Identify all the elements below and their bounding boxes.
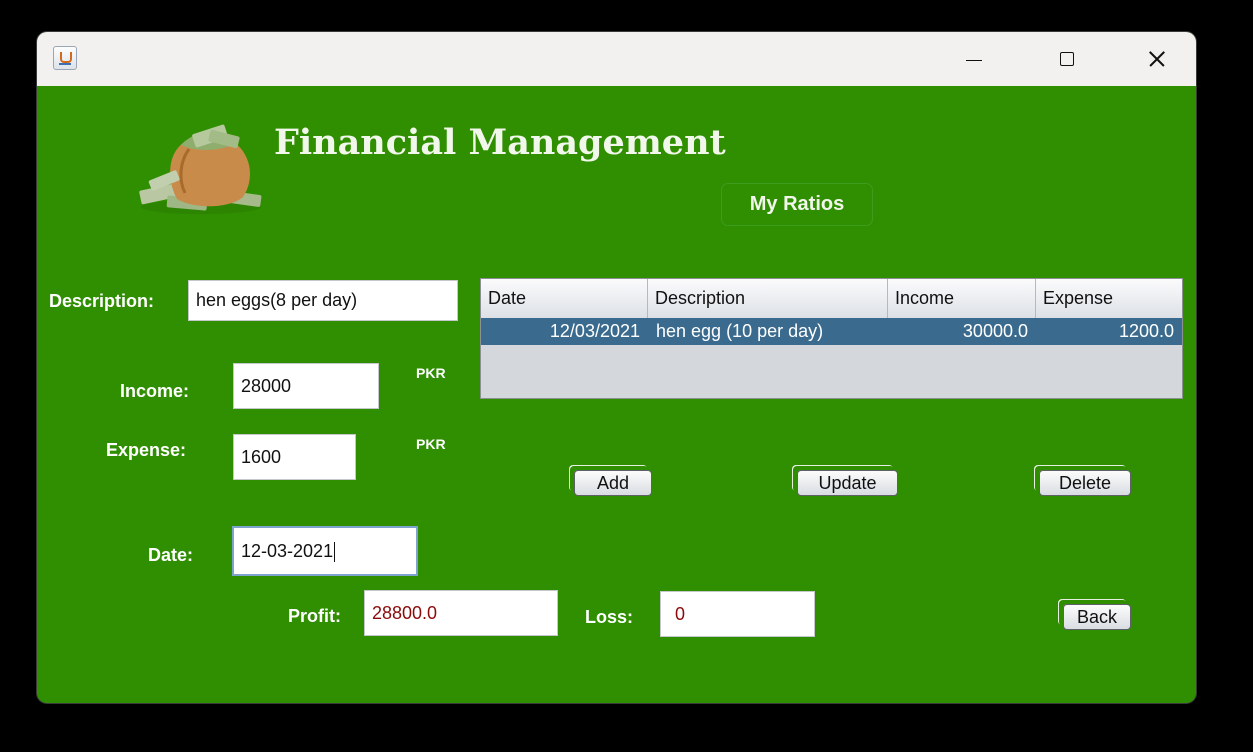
my-ratios-button[interactable]: My Ratios [721, 183, 873, 226]
my-ratios-label: My Ratios [749, 193, 845, 215]
app-window: Financial Management My Ratios Descripti… [37, 32, 1196, 703]
income-input[interactable]: 28000 [233, 363, 379, 409]
expense-input[interactable]: 1600 [233, 434, 356, 480]
cell-income: 30000.0 [962, 321, 1028, 341]
records-table[interactable]: Date Description Income Expense 12/03/20… [480, 278, 1183, 399]
cell-description: hen egg (10 per day) [656, 321, 824, 341]
date-input[interactable]: 12-03-2021 [232, 526, 418, 576]
page-title: Financial Management [274, 122, 726, 163]
update-button[interactable]: Update [797, 470, 898, 496]
title-bar [37, 32, 1196, 86]
profit-output: 28800.0 [364, 590, 558, 636]
table-row[interactable]: 12/03/2021 hen egg (10 per day) 30000.0 … [481, 318, 1182, 345]
expense-label: Expense: [106, 440, 187, 460]
column-header-description[interactable]: Description [648, 279, 888, 318]
date-label: Date: [148, 545, 194, 565]
loss-label: Loss: [585, 607, 634, 627]
description-label: Description: [49, 291, 155, 311]
expense-currency-label: PKR [416, 436, 446, 452]
income-currency-label: PKR [416, 365, 446, 381]
main-panel: Financial Management My Ratios Descripti… [37, 86, 1196, 703]
text-caret [334, 542, 336, 563]
delete-button[interactable]: Delete [1039, 470, 1131, 496]
column-header-expense[interactable]: Expense [1036, 279, 1182, 318]
date-input-value: 12-03-2021 [241, 541, 334, 561]
loss-output: 0 [660, 591, 815, 637]
add-button[interactable]: Add [574, 470, 652, 496]
money-bag-icon [139, 124, 262, 214]
description-input[interactable]: hen eggs(8 per day) [188, 280, 458, 321]
close-icon[interactable] [1136, 32, 1180, 86]
column-header-income[interactable]: Income [888, 279, 1036, 318]
cell-date: 12/03/2021 [549, 321, 640, 341]
table-header: Date Description Income Expense [481, 279, 1182, 319]
cell-expense: 1200.0 [1118, 321, 1174, 341]
column-header-date[interactable]: Date [481, 279, 648, 318]
minimize-icon[interactable] [952, 32, 996, 86]
back-button[interactable]: Back [1063, 604, 1131, 630]
profit-label: Profit: [288, 606, 341, 626]
income-label: Income: [120, 381, 190, 401]
java-app-icon[interactable] [53, 46, 77, 70]
maximize-icon[interactable] [1045, 32, 1089, 86]
